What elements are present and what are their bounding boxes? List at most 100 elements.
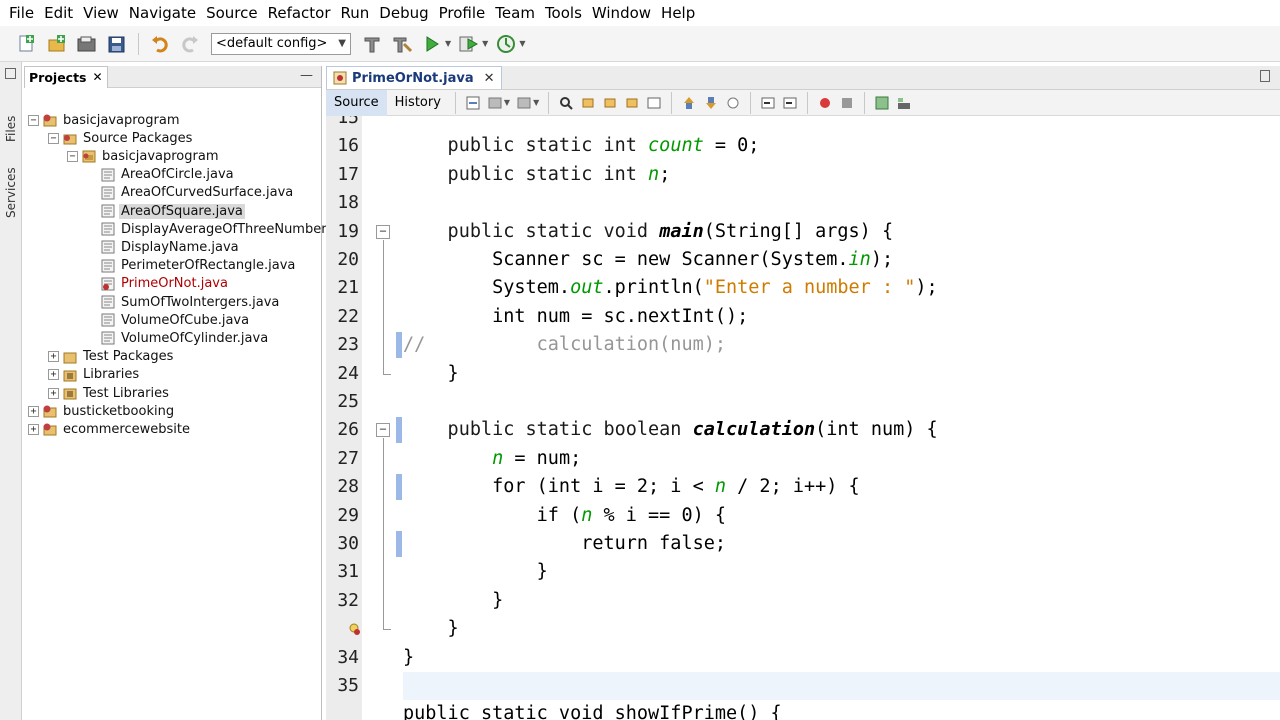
code-text: public static int count = 0; — [403, 132, 760, 160]
tree-item[interactable]: − basicjavaprogram — [28, 111, 181, 129]
profile-dropdown-icon[interactable]: ▼ — [519, 39, 525, 48]
restore-window-icon[interactable] — [5, 68, 16, 79]
line-number: 19 — [337, 220, 359, 242]
code-text: } — [403, 558, 548, 586]
source-mode-button[interactable]: Source — [326, 89, 387, 116]
change-marker[interactable] — [396, 474, 402, 501]
tree-item[interactable]: AreaOfCircle.java — [100, 166, 236, 184]
toggle-bookmark-icon[interactable] — [724, 94, 742, 112]
tree-item[interactable]: PerimeterOfRectangle.java — [100, 257, 297, 275]
tree-item[interactable]: + Test Packages — [48, 348, 175, 366]
history-mode-button[interactable]: History — [387, 90, 449, 116]
clean-build-icon[interactable] — [390, 32, 414, 56]
tree-item[interactable]: SumOfTwoIntergers.java — [100, 293, 281, 311]
menu-run[interactable]: Run — [336, 0, 375, 26]
code-token: (int num) { — [815, 419, 938, 441]
debug-icon[interactable] — [457, 32, 481, 56]
forward-icon[interactable] — [515, 94, 533, 112]
change-marker[interactable] — [396, 417, 402, 444]
code-text: } — [403, 587, 503, 615]
next-bookmark-icon[interactable] — [702, 94, 720, 112]
tree-item[interactable]: + Libraries — [48, 366, 141, 384]
find-next-icon[interactable] — [601, 94, 619, 112]
open-project-icon[interactable] — [75, 32, 99, 56]
menu-tools[interactable]: Tools — [540, 0, 587, 26]
close-icon[interactable]: ✕ — [93, 70, 103, 84]
toggle-highlight-icon[interactable] — [645, 94, 663, 112]
menu-view[interactable]: View — [78, 0, 124, 26]
tree-item[interactable]: − Source Packages — [48, 129, 194, 147]
back-icon[interactable] — [486, 94, 504, 112]
collapse-icon[interactable]: − — [67, 150, 78, 162]
tree-item[interactable]: AreaOfCurvedSurface.java — [100, 184, 295, 202]
side-tab-files[interactable]: Files — [2, 92, 20, 142]
change-marker[interactable] — [396, 332, 402, 359]
restore-window-icon[interactable] — [1260, 70, 1270, 82]
menu-team[interactable]: Team — [490, 0, 540, 26]
close-icon[interactable]: ✕ — [484, 71, 495, 86]
collapse-icon[interactable]: − — [376, 224, 390, 239]
tree-item[interactable]: VolumeOfCylinder.java — [100, 329, 270, 347]
expand-icon[interactable]: + — [48, 369, 59, 381]
collapse-icon[interactable]: − — [376, 423, 390, 438]
tree-item[interactable]: + ecommercewebsite — [28, 420, 192, 438]
menu-profile[interactable]: Profile — [434, 0, 491, 26]
debug-dropdown-icon[interactable]: ▼ — [482, 39, 488, 48]
menu-file[interactable]: File — [4, 0, 39, 26]
tab-projects[interactable]: Projects ✕ — [24, 65, 108, 88]
tree-item[interactable]: DisplayName.java — [100, 238, 241, 256]
expand-icon[interactable]: + — [48, 351, 59, 363]
tab-primeornot-java[interactable]: PrimeOrNot.java ✕ — [326, 66, 502, 89]
side-tab-services-label: Services — [4, 167, 18, 218]
find-selection-icon[interactable] — [623, 94, 641, 112]
uncomment-icon[interactable] — [895, 94, 913, 112]
tree-item[interactable]: PrimeOrNot.java — [100, 275, 230, 293]
build-icon[interactable] — [360, 32, 384, 56]
new-file-icon[interactable] — [15, 32, 39, 56]
expand-icon[interactable]: + — [48, 387, 59, 399]
stop-macro-icon[interactable] — [838, 94, 856, 112]
collapse-icon[interactable]: − — [48, 132, 59, 144]
last-edit-icon[interactable] — [464, 94, 482, 112]
menu-debug[interactable]: Debug — [374, 0, 433, 26]
code-editor[interactable]: 15 16 public static int count = 0; 17 publ… — [326, 116, 1280, 720]
menu-window[interactable]: Window — [587, 0, 656, 26]
menu-refactor[interactable]: Refactor — [263, 0, 336, 26]
tree-item[interactable]: AreaOfSquare.java — [100, 202, 245, 220]
minimize-icon[interactable]: — — [300, 68, 313, 83]
menu-source[interactable]: Source — [201, 0, 263, 26]
expand-icon[interactable]: + — [28, 405, 39, 417]
tree-item[interactable]: + busticketbooking — [28, 402, 176, 420]
comment-icon[interactable] — [873, 94, 891, 112]
tree-item[interactable]: − basicjavaprogram — [67, 147, 220, 165]
expand-icon[interactable]: + — [28, 423, 39, 435]
tree-item[interactable]: DisplayAverageOfThreeNumbers.j — [100, 220, 343, 238]
shift-right-icon[interactable] — [781, 94, 799, 112]
collapse-icon[interactable]: − — [28, 114, 39, 126]
shift-left-icon[interactable] — [759, 94, 777, 112]
tree-item[interactable]: VolumeOfCube.java — [100, 311, 251, 329]
find-previous-icon[interactable] — [579, 94, 597, 112]
menu-help[interactable]: Help — [656, 0, 700, 26]
run-dropdown-icon[interactable]: ▼ — [445, 39, 451, 48]
profile-icon[interactable] — [494, 32, 518, 56]
previous-bookmark-icon[interactable] — [680, 94, 698, 112]
folder-icon — [62, 349, 78, 365]
menu-navigate[interactable]: Navigate — [124, 0, 201, 26]
menu-edit[interactable]: Edit — [39, 0, 78, 26]
config-select[interactable]: <default config> ▼ — [211, 32, 351, 55]
error-hint-icon[interactable] — [348, 623, 360, 636]
redo-icon[interactable] — [178, 32, 202, 56]
find-icon[interactable] — [557, 94, 575, 112]
back-dropdown-icon[interactable]: ▼ — [504, 98, 510, 107]
tree-item[interactable]: + Test Libraries — [48, 384, 171, 402]
run-icon[interactable] — [420, 32, 444, 56]
start-macro-icon[interactable] — [816, 94, 834, 112]
change-marker[interactable] — [396, 531, 402, 557]
forward-dropdown-icon[interactable]: ▼ — [533, 98, 539, 107]
save-all-icon[interactable] — [105, 32, 129, 56]
undo-icon[interactable] — [148, 32, 172, 56]
side-tab-services[interactable]: Services — [2, 150, 20, 218]
toolbar-separator — [671, 91, 673, 114]
new-project-icon[interactable] — [45, 32, 69, 56]
